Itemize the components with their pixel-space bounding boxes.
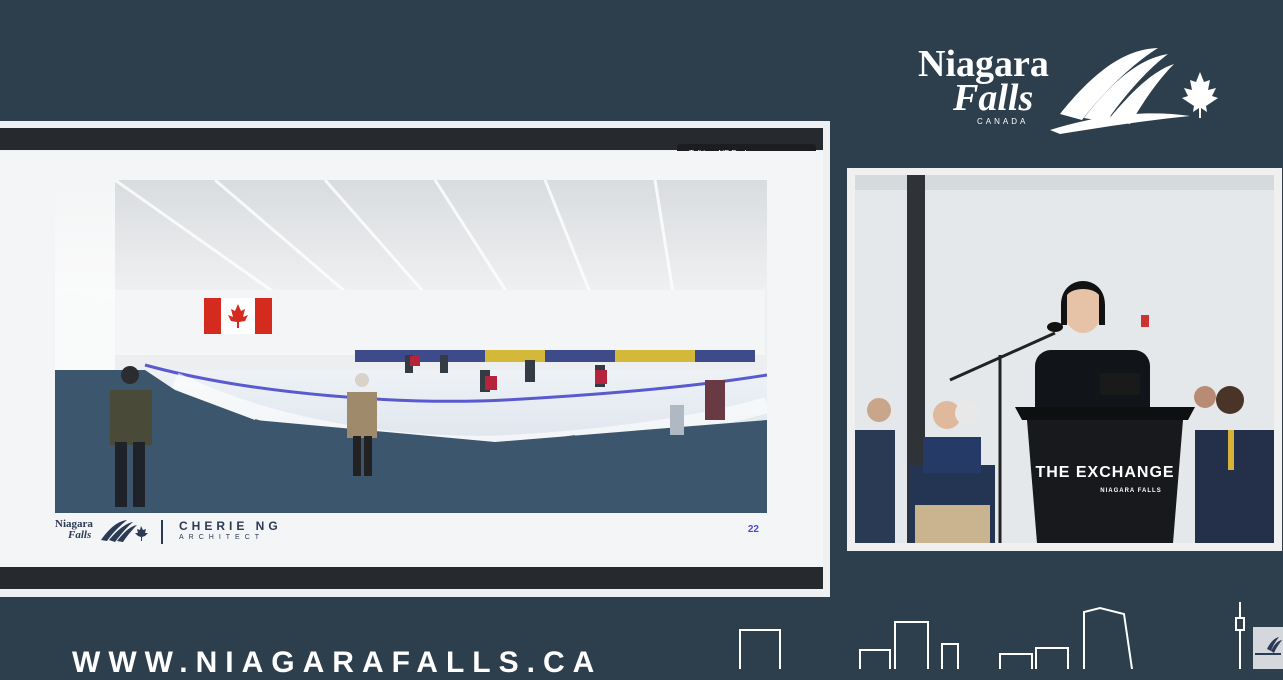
maple-leaf-icon (1182, 72, 1218, 118)
website-url: WWW.NIAGARAFALLS.CA (72, 646, 603, 679)
presentation-slide: Niagara Falls CHERIE NG ARCHITECT 22 (0, 151, 823, 567)
slide-logo-falls: Falls (68, 529, 92, 541)
tablet-icon (1100, 373, 1140, 395)
speaker-scene: THE EXCHANGE NIAGARA FALLS (855, 175, 1274, 543)
footer-divider (161, 520, 163, 544)
architect-name: CHERIE NG (179, 519, 282, 533)
corner-thumbnail (1253, 627, 1283, 669)
podium: THE EXCHANGE NIAGARA FALLS (1015, 407, 1195, 543)
architect-title: ARCHITECT (179, 534, 265, 541)
speaker-video-frame: THE EXCHANGE NIAGARA FALLS (847, 168, 1282, 551)
architect-credit: CHERIE NG ARCHITECT (179, 520, 282, 543)
slide-logo: Niagara Falls (55, 516, 155, 546)
slide-page-number: 22 (747, 524, 759, 535)
city-skyline-icon (739, 602, 1245, 669)
screen-share-window: Talking: NF Exchange (0, 121, 830, 597)
podium-title: THE EXCHANGE (1035, 464, 1174, 481)
speaker-video: THE EXCHANGE NIAGARA FALLS (855, 175, 1274, 543)
niagara-falls-logo: Niagara Falls CANADA (915, 44, 1225, 134)
corner-logo-icon (1255, 637, 1282, 655)
share-bottom-bar (0, 567, 823, 589)
canadian-flag-icon (204, 298, 272, 334)
ice-rink-rendering (55, 180, 767, 513)
microphone-icon (1047, 322, 1063, 332)
slide-footer: Niagara Falls CHERIE NG ARCHITECT 22 (55, 516, 767, 546)
logo-text-falls: Falls (953, 77, 1034, 119)
fire-alarm-icon (1141, 315, 1149, 327)
falls-waves-icon (1050, 48, 1218, 134)
logo-text-canada: CANADA (977, 117, 1029, 126)
podium-subtitle: NIAGARA FALLS (1100, 488, 1161, 494)
slide-waves-icon (101, 520, 148, 542)
